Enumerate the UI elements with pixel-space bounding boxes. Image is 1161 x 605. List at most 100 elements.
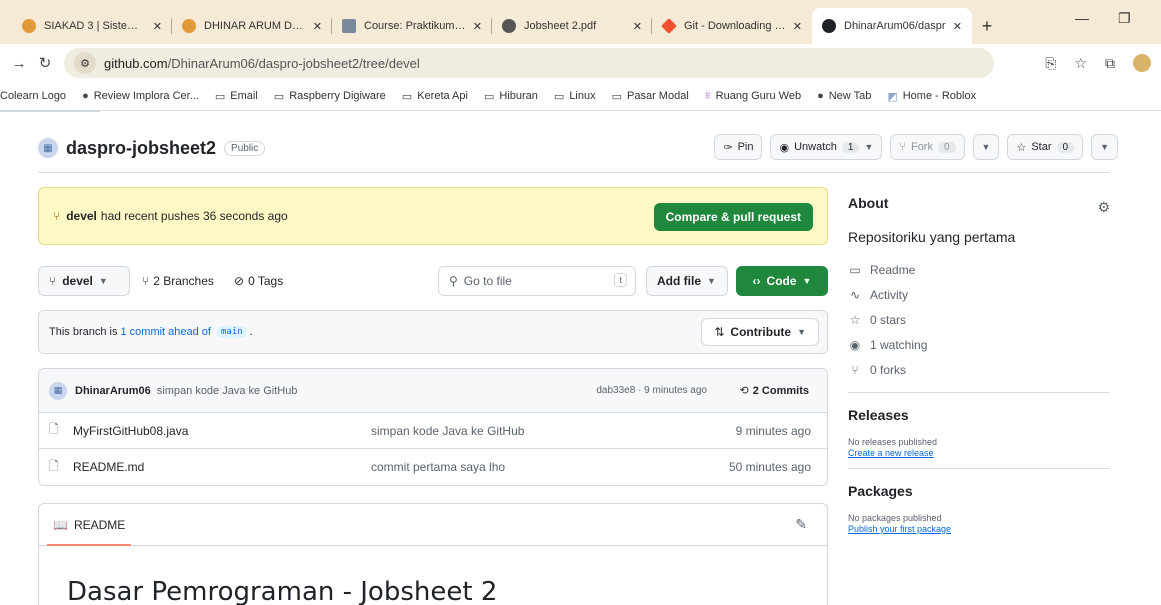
add-file-label: Add file [657,274,701,288]
sidebar-item-forks[interactable]: ⑂ 0 forks [848,357,1110,382]
browser-tab[interactable]: Jobsheet 2.pdf ✕ [492,8,652,44]
commits-link[interactable]: ⟲ 2 Commits [740,384,809,398]
browser-tab[interactable]: Git - Downloading Pa ✕ [652,8,812,44]
file-commit-message[interactable]: simpan kode Java ke GitHub [371,424,524,438]
unwatch-button[interactable]: ◉ Unwatch 1 ▼ [770,134,883,160]
contribute-button[interactable]: ⇅ Contribute ▼ [701,318,819,346]
url-bar[interactable]: ⚙ github.com/DhinarArum06/daspro-jobshee… [64,48,994,78]
search-icon: ⚲ [449,274,458,288]
close-tab-icon[interactable]: ✕ [633,20,642,33]
file-commit-message[interactable]: commit pertama saya lho [371,460,505,474]
table-row[interactable]: 🗋 MyFirstGitHub08.java simpan kode Java … [39,413,827,449]
shortcut-key: t [614,273,627,287]
readme-heading: Dasar Pemrograman - Jobsheet 2 [67,577,498,605]
bookmark-folder[interactable]: ▭ Hiburan [484,90,538,103]
page-top-divider [0,110,1161,112]
bookmark-item[interactable]: ⩩ Ruang Guru Web [705,90,801,103]
sidebar-item-label: 0 stars [870,312,907,327]
chevron-down-icon: ▼ [707,276,716,286]
globe-icon: ● [82,90,89,102]
browser-tab[interactable]: Course: Praktikum Da ✕ [332,8,492,44]
branches-link[interactable]: ⑂ 2 Branches [142,266,214,296]
compare-pull-request-button[interactable]: Compare & pull request [653,203,813,231]
restore-icon[interactable]: ❐ [1118,10,1131,27]
browser-tab[interactable]: DHINAR ARUM DAM ✕ [172,8,332,44]
bookmark-folder[interactable]: ▭ Pasar Modal [612,90,689,103]
close-tab-icon[interactable]: ✕ [473,20,482,33]
address-toolbar: → ↻ ⚙ github.com/DhinarArum06/daspro-job… [0,44,1161,82]
close-tab-icon[interactable]: ✕ [153,20,162,33]
file-time: 9 minutes ago [735,423,811,438]
file-name[interactable]: MyFirstGitHub08.java [73,424,188,438]
edit-pencil-icon[interactable]: ✎ [795,516,807,533]
ahead-link[interactable]: 1 commit ahead of [120,326,211,338]
bookmark-folder[interactable]: ▭ Kereta Api [402,90,468,103]
repo-name[interactable]: daspro-jobsheet2 [66,138,216,159]
close-tab-icon[interactable]: ✕ [793,20,802,33]
file-icon: 🗋 [49,422,59,436]
fork-dropdown-button[interactable]: ▼ [972,134,1000,160]
browser-tab[interactable]: SIAKAD 3 | Sistem Inf ✕ [12,8,172,44]
readme-panel: 📖 README ✎ Dasar Pemrograman - Jobsheet … [38,503,828,605]
profile-avatar[interactable] [1133,54,1151,72]
branch-selector[interactable]: ⑂ devel ▼ [38,266,130,296]
publish-package-link[interactable]: Publish your first package [848,524,1110,534]
pull-request-icon: ⇅ [714,325,725,339]
globe-icon [502,19,516,33]
tab-title: DhinarArum06/daspr [844,20,946,32]
file-name[interactable]: README.md [73,460,144,474]
moodle-icon [342,19,356,33]
tags-link[interactable]: ⊘ 0 Tags [234,266,283,296]
new-tab-button[interactable]: + [972,8,1002,44]
reload-icon[interactable]: ↻ [32,54,58,72]
star-dropdown-button[interactable]: ▼ [1091,134,1118,160]
install-icon[interactable]: ⎘ [1045,55,1056,72]
releases-title[interactable]: Releases [848,407,1110,423]
sidebar-item-watching[interactable]: ◉ 1 watching [848,332,1110,357]
extensions-icon[interactable]: ⧉ [1105,55,1115,72]
add-file-button[interactable]: Add file ▼ [646,266,728,296]
bookmark-folder[interactable]: ▭ Email [215,90,258,103]
create-release-link[interactable]: Create a new release [848,448,1110,458]
commit-message[interactable]: simpan kode Java ke GitHub [157,385,298,397]
bookmark-label: Colearn Logo [0,90,67,102]
table-row[interactable]: 🗋 README.md commit pertama saya lho 50 m… [39,449,827,485]
globe-icon: ● [817,90,824,102]
readme-tab[interactable]: README [74,518,125,532]
bookmark-item[interactable]: ● New Tab [817,90,871,102]
bookmark-star-icon[interactable]: ☆ [1074,55,1087,72]
forward-icon[interactable]: → [6,55,32,72]
bookmark-label: Raspberry Digiware [289,90,386,102]
packages-title[interactable]: Packages [848,483,1110,499]
fork-button[interactable]: ⑂ Fork 0 [890,134,965,160]
commit-author[interactable]: DhinarArum06 [75,385,151,397]
bookmark-item[interactable]: Colearn Logo [0,90,66,102]
bookmark-folder[interactable]: ▭ Linux [554,90,596,103]
author-avatar[interactable]: ▦ [49,381,67,400]
sidebar-item-activity[interactable]: ∿ Activity [848,282,1110,307]
browser-tab-active[interactable]: DhinarArum06/daspr ✕ [812,8,972,44]
readme-header: 📖 README ✎ [39,504,827,546]
close-tab-icon[interactable]: ✕ [313,20,322,33]
site-info-icon[interactable]: ⚙ [74,52,96,74]
branches-label: 2 Branches [153,274,214,288]
bookmark-item[interactable]: ◩ Home - Roblox [887,90,976,103]
minimize-icon[interactable]: — [1075,10,1089,26]
gear-icon[interactable]: ⚙ [1097,199,1110,216]
commit-meta[interactable]: dab33e8 · 9 minutes ago [596,385,707,396]
sidebar-item-stars[interactable]: ☆ 0 stars [848,307,1110,332]
code-button[interactable]: ‹› Code ▼ [736,266,828,296]
go-to-file-input[interactable]: ⚲ Go to file t [438,266,636,296]
header-divider [38,172,1110,173]
recent-push-banner: ⑂ devel had recent pushes 36 seconds ago… [38,187,828,245]
sidebar-item-readme[interactable]: ▭ Readme [848,257,1110,282]
bookmark-folder[interactable]: ▭ Raspberry Digiware [274,90,386,103]
owner-avatar[interactable]: ▦ [38,138,58,158]
banner-branch[interactable]: devel [66,209,97,223]
pin-label: Pin [737,141,754,153]
pin-button[interactable]: ✑ Pin [714,134,763,160]
bookmark-item[interactable]: ● Review Implora Cer... [82,90,199,102]
branch-icon: ⑂ [142,274,150,288]
close-tab-icon[interactable]: ✕ [953,20,962,33]
star-button[interactable]: ☆ Star 0 [1007,134,1084,160]
